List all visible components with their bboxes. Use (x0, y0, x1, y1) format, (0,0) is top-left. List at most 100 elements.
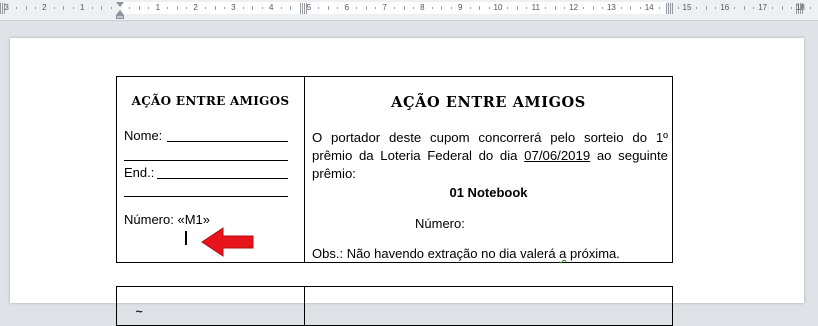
ruler-number: 10 (493, 3, 503, 12)
ruler-tick (25, 6, 27, 10)
coupon-table[interactable]: AÇÃO ENTRE AMIGOS Nome: End.: Número: «M… (116, 76, 673, 263)
ruler-tick (507, 7, 509, 9)
ruler-tick (186, 7, 188, 9)
ruler-number: 2 (42, 3, 47, 12)
ruler-tick (545, 7, 547, 9)
observation-text: Obs.: Não havendo extração no dia valerá… (312, 246, 620, 261)
address-label: End.: (124, 165, 155, 180)
coupon-main-cell[interactable]: AÇÃO ENTRE AMIGOS O portador deste cupom… (304, 76, 673, 263)
ruler-tick (479, 6, 481, 10)
ruler-tick (223, 7, 225, 9)
ruler-number: 5 (306, 3, 312, 12)
ruler-tick (743, 6, 745, 10)
ruler-tick (781, 6, 783, 10)
ruler-tick (412, 7, 414, 9)
coupon-body-text: O portador deste cupom concorrerá pelo s… (312, 130, 669, 181)
ruler-tick (734, 7, 736, 9)
ruler-tick (101, 6, 103, 10)
ruler-number: 1 (155, 3, 161, 12)
ruler-tick (242, 7, 244, 9)
prize-text: 01 Notebook (449, 185, 528, 200)
ruler-tick (554, 6, 556, 10)
ruler-tick (290, 6, 292, 10)
ruler-tick (809, 7, 811, 9)
ruler-tick (526, 7, 528, 9)
ruler-tick (214, 6, 216, 10)
ruler-tick (375, 7, 377, 9)
ruler-number: 13 (606, 3, 616, 12)
ruler-tick (318, 7, 320, 9)
ruler-tick (516, 6, 518, 10)
ruler-tick (261, 7, 263, 9)
ruler-number: 9 (457, 3, 463, 12)
ruler-tick (450, 7, 452, 9)
ruler-number: 4 (268, 3, 274, 12)
ruler-tick (365, 6, 367, 10)
ruler-number: 18 (795, 3, 805, 12)
draw-date: 07/06/2019 (524, 148, 591, 163)
ruler-tick (790, 7, 792, 9)
ruler-tick (91, 7, 93, 9)
ruler-tick (167, 7, 169, 9)
ruler-tick (176, 6, 178, 10)
ruler-tick (356, 7, 358, 9)
text-cursor (185, 231, 187, 245)
coupon-table-2[interactable]: ~ (116, 286, 673, 326)
name-line (167, 141, 288, 142)
name-line-2 (124, 160, 288, 161)
ruler-tick (583, 7, 585, 9)
ruler-tick (668, 6, 670, 10)
ruler-tick (601, 7, 603, 9)
coupon-stub-cell-2[interactable]: ~ (116, 286, 305, 326)
number-merge-field: Número: «M1» (124, 212, 210, 227)
ruler-number: 2 (193, 3, 198, 12)
ruler-tick (72, 7, 74, 9)
ruler-number: 14 (644, 3, 654, 12)
ruler-tick (205, 7, 207, 9)
ruler-tick (138, 6, 140, 10)
address-line-2 (124, 196, 288, 197)
ruler-tick (753, 7, 755, 9)
ruler-tick (16, 7, 18, 9)
indent-marker[interactable] (116, 2, 125, 19)
ruler-tick (715, 7, 717, 9)
coupon-title: AÇÃO ENTRE AMIGOS (391, 94, 586, 111)
ruler-tick (431, 7, 433, 9)
ruler-tick (53, 7, 55, 9)
ruler-tick (592, 6, 594, 10)
ruler-number: 16 (720, 3, 730, 12)
ruler-tick (772, 7, 774, 9)
ruler-number: 3 (231, 3, 236, 12)
ruler-number: 15 (682, 3, 692, 12)
ruler-tick (677, 7, 679, 9)
stub-title-fragment: ~ (135, 307, 144, 318)
ruler-tick (129, 7, 131, 9)
ruler-tick (564, 7, 566, 9)
ruler-tick (299, 7, 301, 9)
ruler-number: 11 (531, 3, 540, 12)
red-arrow-icon (201, 227, 254, 257)
horizontal-ruler[interactable]: 3 2 1 1 2 3 4 5 6 7 8 9 10 11 12 13 14 15 16 17 18 (0, 0, 818, 21)
ruler-tick (658, 7, 660, 9)
coupon-stub-cell[interactable]: AÇÃO ENTRE AMIGOS Nome: End.: Número: «M… (116, 76, 305, 263)
ruler-tick (327, 6, 329, 10)
ruler-tick (63, 6, 65, 10)
ruler-tick (620, 7, 622, 9)
ruler-tick (696, 7, 698, 9)
ruler-number: 7 (382, 3, 387, 12)
ruler-number: 3 (4, 3, 9, 12)
ruler-tick (148, 7, 150, 9)
ruler-tick (110, 7, 112, 9)
ruler-number: 17 (758, 3, 768, 12)
ruler-tick (441, 6, 443, 10)
ruler-number: 8 (420, 3, 425, 12)
ruler-tick (252, 6, 254, 10)
ruler-tick (639, 7, 641, 9)
coupon-main-cell-2[interactable] (304, 286, 673, 326)
ruler-tick (280, 7, 282, 9)
ruler-number: 1 (79, 3, 85, 12)
stub-title: AÇÃO ENTRE AMIGOS (131, 94, 290, 108)
name-label: Nome: (124, 128, 163, 143)
ruler-number: 6 (344, 3, 350, 12)
ruler-tick (394, 7, 396, 9)
